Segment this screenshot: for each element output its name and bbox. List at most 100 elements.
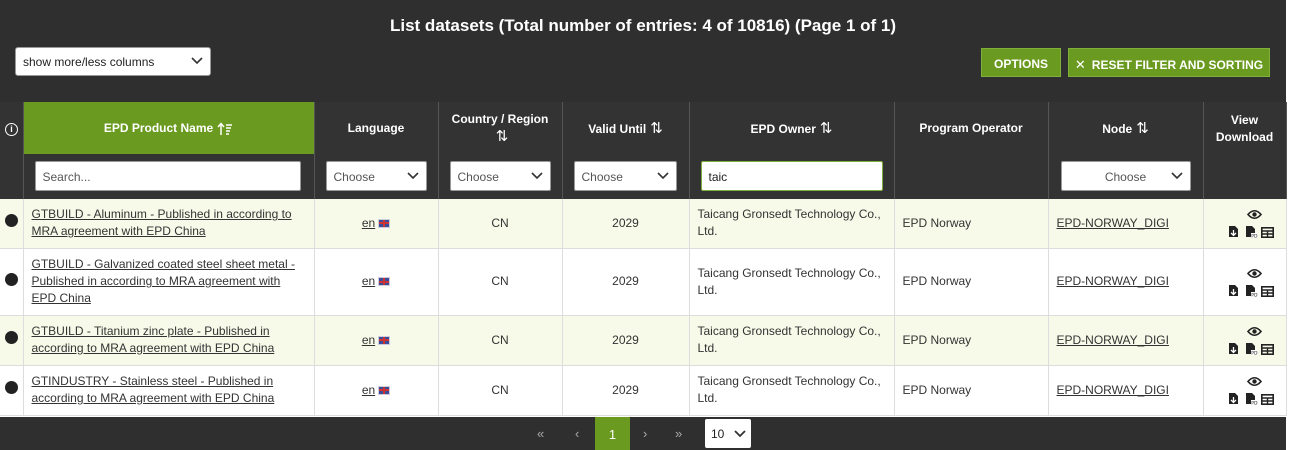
sort-icon[interactable]: ⇅ [496, 128, 509, 145]
sort-icon[interactable]: ⇅ [650, 120, 663, 137]
reset-filter-label: RESET FILTER AND SORTING [1091, 58, 1264, 72]
node-link[interactable]: EPD-NORWAY_DIGI [1057, 216, 1169, 230]
product-name-link[interactable]: GTINDUSTRY - Stainless steel - Published… [32, 374, 275, 405]
product-name-link[interactable]: GTBUILD - Galvanized coated steel sheet … [32, 257, 295, 305]
row-actions: PDF [1215, 205, 1275, 241]
view-eye-icon[interactable] [1246, 267, 1262, 284]
next-page-button[interactable]: › [643, 426, 647, 441]
page-size-select[interactable]: 10 [705, 419, 751, 448]
language-link[interactable]: en [362, 333, 375, 347]
download-header-label: Download [1215, 130, 1274, 144]
first-page-button[interactable]: « [537, 426, 544, 441]
columns-dropdown-label: show more/less columns [23, 55, 155, 69]
status-dot [4, 214, 18, 228]
view-download-column-header: View Download [1203, 102, 1287, 199]
view-eye-icon[interactable] [1246, 208, 1262, 225]
product-name-link[interactable]: GTBUILD - Aluminum - Published in accord… [32, 207, 292, 238]
top-bar: List datasets (Total number of entries: … [0, 0, 1286, 102]
operator-cell: EPD Norway [894, 248, 1049, 316]
product-name-column-header[interactable]: EPD Product Name Search... [23, 102, 315, 199]
language-filter-select[interactable]: Choose [325, 161, 427, 191]
download-pdf-icon[interactable]: PDF [1245, 284, 1260, 302]
valid-until-cell: 2029 [562, 248, 690, 316]
owner-filter-input[interactable]: taic [700, 161, 883, 191]
chevron-down-icon [406, 172, 419, 180]
sort-ascending-icon[interactable] [217, 122, 233, 136]
svg-text:PDF: PDF [1251, 292, 1258, 297]
owner-cell: Taicang Gronsedt Technology Co., Ltd. [689, 315, 895, 366]
valid-until-cell: 2029 [562, 315, 690, 366]
valid-until-cell: 2029 [562, 365, 690, 416]
info-icon[interactable]: i [5, 123, 18, 136]
language-link[interactable]: en [362, 383, 375, 397]
columns-dropdown[interactable]: show more/less columns [15, 47, 211, 76]
product-name-header-label: EPD Product Name [103, 121, 214, 135]
country-cell: CN [438, 199, 563, 249]
table-view-icon[interactable] [1260, 226, 1274, 243]
table-view-icon[interactable] [1260, 285, 1274, 302]
table-view-icon[interactable] [1260, 343, 1274, 360]
operator-cell: EPD Norway [894, 199, 1049, 249]
operator-column-header: Program Operator [894, 102, 1049, 199]
table-row: GTINDUSTRY - Stainless steel - Published… [0, 365, 1287, 416]
close-icon: ✕ [1074, 57, 1086, 72]
valid-until-filter-value: Choose [581, 170, 623, 184]
table-row: GTBUILD - Titanium zinc plate - Publishe… [0, 315, 1287, 366]
options-button[interactable]: OPTIONS [981, 48, 1061, 77]
language-link[interactable]: en [362, 274, 375, 288]
previous-page-button[interactable]: ‹ [575, 426, 579, 441]
uk-flag-icon [378, 218, 391, 228]
current-page-button[interactable]: 1 [595, 417, 630, 450]
country-cell: CN [438, 315, 563, 366]
uk-flag-icon [378, 335, 391, 345]
valid-until-column-header[interactable]: Valid Until ⇅ Choose [562, 102, 690, 199]
country-filter-value: Choose [457, 170, 499, 184]
node-header-label: Node [1102, 122, 1133, 136]
table-row: GTBUILD - Galvanized coated steel sheet … [0, 248, 1287, 316]
last-page-button[interactable]: » [675, 426, 682, 441]
sort-icon[interactable]: ⇅ [820, 120, 833, 137]
valid-until-filter-select[interactable]: Choose [573, 161, 677, 191]
node-filter-select[interactable]: Choose [1060, 161, 1191, 191]
status-dot [4, 331, 18, 344]
chevron-down-icon [734, 430, 746, 438]
language-header-label: Language [347, 121, 405, 135]
download-xml-icon[interactable] [1228, 342, 1239, 360]
table-view-icon[interactable] [1260, 393, 1274, 410]
operator-header-label: Program Operator [919, 121, 1023, 135]
status-dot [4, 381, 18, 394]
uk-flag-icon [378, 385, 391, 395]
node-link[interactable]: EPD-NORWAY_DIGI [1057, 383, 1169, 397]
view-eye-icon[interactable] [1246, 325, 1262, 342]
download-pdf-icon[interactable]: PDF [1245, 392, 1260, 410]
node-filter-value: Choose [1104, 170, 1147, 184]
svg-text:PDF: PDF [1251, 234, 1258, 239]
view-eye-icon[interactable] [1246, 375, 1262, 392]
node-link[interactable]: EPD-NORWAY_DIGI [1057, 333, 1169, 347]
node-column-header[interactable]: Node ⇅ Choose [1048, 102, 1204, 199]
sort-icon[interactable]: ⇅ [1136, 120, 1149, 137]
owner-column-header[interactable]: EPD Owner ⇅ taic [689, 102, 895, 199]
table-row: GTBUILD - Aluminum - Published in accord… [0, 199, 1287, 249]
product-name-link[interactable]: GTBUILD - Titanium zinc plate - Publishe… [32, 324, 275, 355]
chevron-down-icon [191, 57, 203, 65]
country-filter-select[interactable]: Choose [449, 161, 551, 191]
operator-cell: EPD Norway [894, 315, 1049, 366]
valid-until-cell: 2029 [562, 199, 690, 249]
download-pdf-icon[interactable]: PDF [1245, 342, 1260, 360]
owner-cell: Taicang Gronsedt Technology Co., Ltd. [689, 199, 895, 249]
country-column-header[interactable]: Country / Region ⇅ Choose [438, 102, 563, 199]
download-xml-icon[interactable] [1228, 284, 1239, 302]
product-name-search-input[interactable]: Search... [34, 161, 301, 191]
owner-cell: Taicang Gronsedt Technology Co., Ltd. [689, 248, 895, 316]
svg-text:PDF: PDF [1251, 400, 1258, 405]
download-xml-icon[interactable] [1228, 392, 1239, 410]
row-actions: PDF [1215, 322, 1275, 358]
info-column-header: i [0, 102, 24, 199]
operator-cell: EPD Norway [894, 365, 1049, 416]
node-link[interactable]: EPD-NORWAY_DIGI [1057, 274, 1169, 288]
download-xml-icon[interactable] [1228, 225, 1239, 243]
language-link[interactable]: en [362, 216, 375, 230]
download-pdf-icon[interactable]: PDF [1245, 225, 1260, 243]
reset-filter-button[interactable]: ✕ RESET FILTER AND SORTING [1068, 48, 1270, 77]
